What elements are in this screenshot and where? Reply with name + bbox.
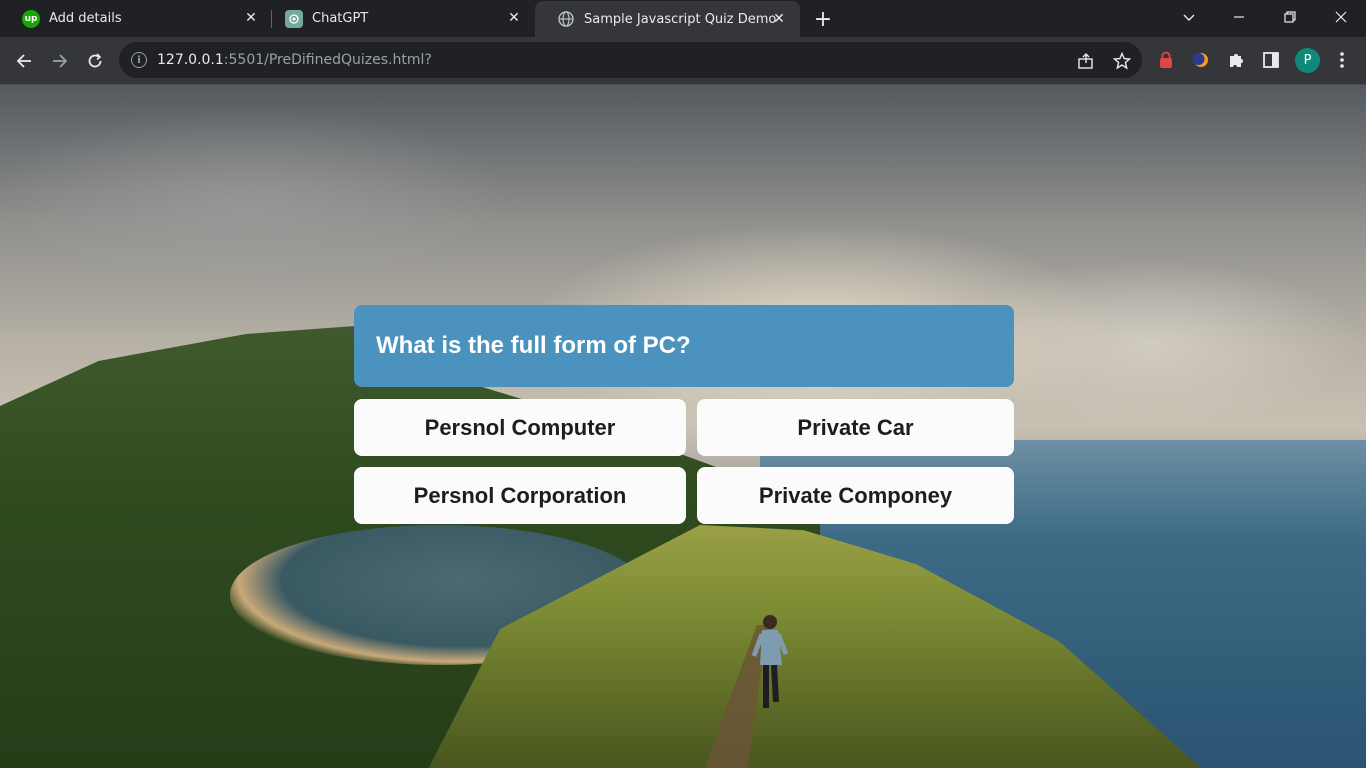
globe-icon <box>557 10 575 28</box>
address-bar[interactable]: i 127.0.0.1:5501/PreDifinedQuizes.html? <box>119 42 1142 78</box>
arrow-right-icon <box>53 54 68 68</box>
chatgpt-icon <box>285 9 303 28</box>
lock-extension-icon <box>1160 51 1172 68</box>
tab-strip: up Add details ✕ ChatGPT ✕ Sample Javasc… <box>0 0 1366 37</box>
tab-title: Sample Javascript Quiz Demo <box>584 11 777 27</box>
close-icon[interactable]: ✕ <box>505 9 523 27</box>
tab-search-button[interactable] <box>1166 0 1212 33</box>
minimize-button[interactable] <box>1216 0 1262 33</box>
tab-title: ChatGPT <box>312 11 369 26</box>
side-panel-icon <box>1263 52 1279 68</box>
upwork-icon: up <box>22 9 40 28</box>
chevron-down-icon <box>1183 14 1195 21</box>
browser-toolbar: i 127.0.0.1:5501/PreDifinedQuizes.html? … <box>0 37 1366 85</box>
url-host: 127.0.0.1 <box>157 52 224 68</box>
puzzle-icon <box>1230 54 1243 67</box>
tab-add-details[interactable]: up Add details ✕ <box>0 0 272 37</box>
url-path: :5501/PreDifinedQuizes.html? <box>223 52 432 68</box>
back-button[interactable] <box>10 47 38 75</box>
arrow-left-icon <box>16 54 31 68</box>
close-icon <box>1335 11 1347 22</box>
profile-avatar[interactable]: P <box>1295 48 1320 73</box>
site-info-icon[interactable]: i <box>131 52 147 68</box>
restore-icon <box>1284 10 1296 23</box>
close-icon[interactable]: ✕ <box>242 9 260 27</box>
bookmark-star-icon[interactable] <box>1112 51 1132 71</box>
answer-button[interactable]: Persnol Computer <box>354 399 686 456</box>
more-vert-icon <box>1340 52 1344 68</box>
answer-button[interactable]: Persnol Corporation <box>354 467 686 524</box>
background-hiker <box>752 615 788 708</box>
share-icon[interactable] <box>1076 51 1096 71</box>
moon-extension-icon <box>1192 53 1208 67</box>
page-content: What is the full form of PC? Persnol Com… <box>0 85 1366 768</box>
url-text: 127.0.0.1:5501/PreDifinedQuizes.html? <box>157 52 432 68</box>
tab-chatgpt[interactable]: ChatGPT ✕ <box>263 0 535 37</box>
answer-button[interactable]: Private Componey <box>697 467 1014 524</box>
side-panel-button[interactable] <box>1260 49 1282 71</box>
tab-title: Add details <box>49 11 122 26</box>
new-tab-button[interactable]: + <box>810 6 836 32</box>
question-text: What is the full form of PC? <box>354 305 1014 387</box>
extension-icon[interactable] <box>1155 49 1177 71</box>
tab-quiz-demo[interactable]: Sample Javascript Quiz Demo ✕ <box>535 1 800 37</box>
extensions-button[interactable] <box>1225 49 1247 71</box>
extension-icon[interactable] <box>1190 49 1212 71</box>
menu-button[interactable] <box>1331 49 1353 71</box>
close-icon[interactable]: ✕ <box>770 10 788 28</box>
forward-button[interactable] <box>46 47 74 75</box>
minimize-icon <box>1234 15 1244 18</box>
reload-icon <box>88 53 102 68</box>
reload-button[interactable] <box>81 47 109 75</box>
answer-button[interactable]: Private Car <box>697 399 1014 456</box>
restore-button[interactable] <box>1267 0 1313 33</box>
close-window-button[interactable] <box>1318 0 1364 33</box>
